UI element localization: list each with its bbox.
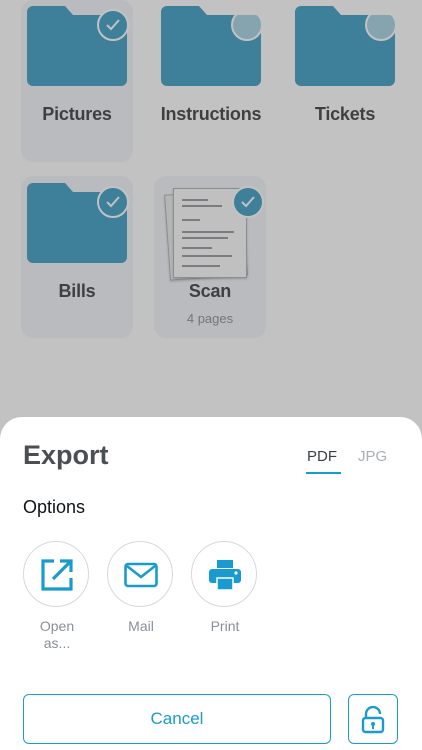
mail-icon (124, 562, 158, 588)
open-external-icon (41, 559, 73, 591)
lock-icon (361, 706, 385, 734)
selected-format-indicator (306, 472, 341, 474)
option-label: Print (210, 618, 240, 634)
option-print[interactable]: Print (191, 541, 259, 635)
sheet-title: Export (23, 440, 109, 470)
option-open-as[interactable]: Open as... (23, 541, 91, 652)
cancel-button[interactable]: Cancel (23, 694, 331, 744)
format-tab-pdf[interactable]: PDF (307, 448, 337, 465)
option-button[interactable] (23, 541, 89, 607)
option-mail[interactable]: Mail (107, 541, 175, 635)
option-label: Mail (128, 618, 154, 634)
options-heading: Options (23, 497, 86, 517)
option-label: Open as... (39, 618, 75, 651)
format-tab-jpg[interactable]: JPG (358, 448, 387, 465)
lock-button[interactable] (348, 694, 398, 744)
export-sheet: Export PDF JPG Options Open as... Mail P… (0, 417, 422, 750)
printer-icon (209, 560, 241, 591)
option-button[interactable] (191, 541, 257, 607)
option-button[interactable] (107, 541, 173, 607)
